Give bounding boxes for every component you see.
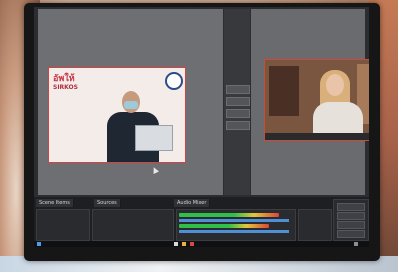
bookshelf (269, 66, 299, 116)
video-source-presenter[interactable]: อัพให้ SIRKOS (48, 67, 186, 163)
monitor: อัพให้ SIRKOS Scene Items Sources Audio … (24, 3, 380, 261)
studio-mode-button[interactable] (337, 221, 365, 229)
tab-audio-mixer[interactable]: Audio Mixer (174, 199, 211, 207)
transition-button-2[interactable] (226, 97, 250, 106)
start-streaming-button[interactable] (337, 203, 365, 211)
laptop (135, 125, 173, 151)
volume-slider-1[interactable] (179, 219, 289, 222)
folder-icon[interactable] (182, 242, 186, 246)
settings-button[interactable] (337, 230, 365, 238)
scenes-list[interactable] (36, 209, 90, 241)
transition-panel (224, 9, 250, 195)
transitions-panel (298, 209, 332, 241)
volume-slider-2[interactable] (179, 230, 289, 233)
audio-meter-1 (179, 213, 279, 217)
tray-icon (354, 242, 358, 246)
screen: อัพให้ SIRKOS Scene Items Sources Audio … (34, 7, 369, 247)
browser-icon[interactable] (190, 242, 194, 246)
app-icon[interactable] (174, 242, 178, 246)
sources-list[interactable] (92, 209, 174, 241)
tab-scene-items[interactable]: Scene Items (36, 199, 74, 207)
video-source-guest[interactable] (264, 59, 369, 141)
transition-button-3[interactable] (226, 109, 250, 118)
tab-sources[interactable]: Sources (94, 199, 121, 207)
start-recording-button[interactable] (337, 212, 365, 220)
face-mask (124, 101, 138, 109)
start-icon[interactable] (37, 242, 41, 246)
banner-title: อัพให้ (53, 74, 75, 84)
transition-button-4[interactable] (226, 121, 250, 130)
guest-face (326, 74, 344, 96)
controls-panel (333, 199, 369, 241)
audio-meter-2 (179, 224, 269, 228)
bottom-dock: Scene Items Sources Audio Mixer (34, 197, 369, 247)
emblem-logo (165, 72, 183, 90)
banner-subtitle: SIRKOS (53, 84, 78, 91)
taskbar (34, 241, 369, 247)
transition-button-1[interactable] (226, 85, 250, 94)
video-control-bar[interactable] (265, 133, 369, 140)
audio-mixer-panel (176, 209, 296, 241)
